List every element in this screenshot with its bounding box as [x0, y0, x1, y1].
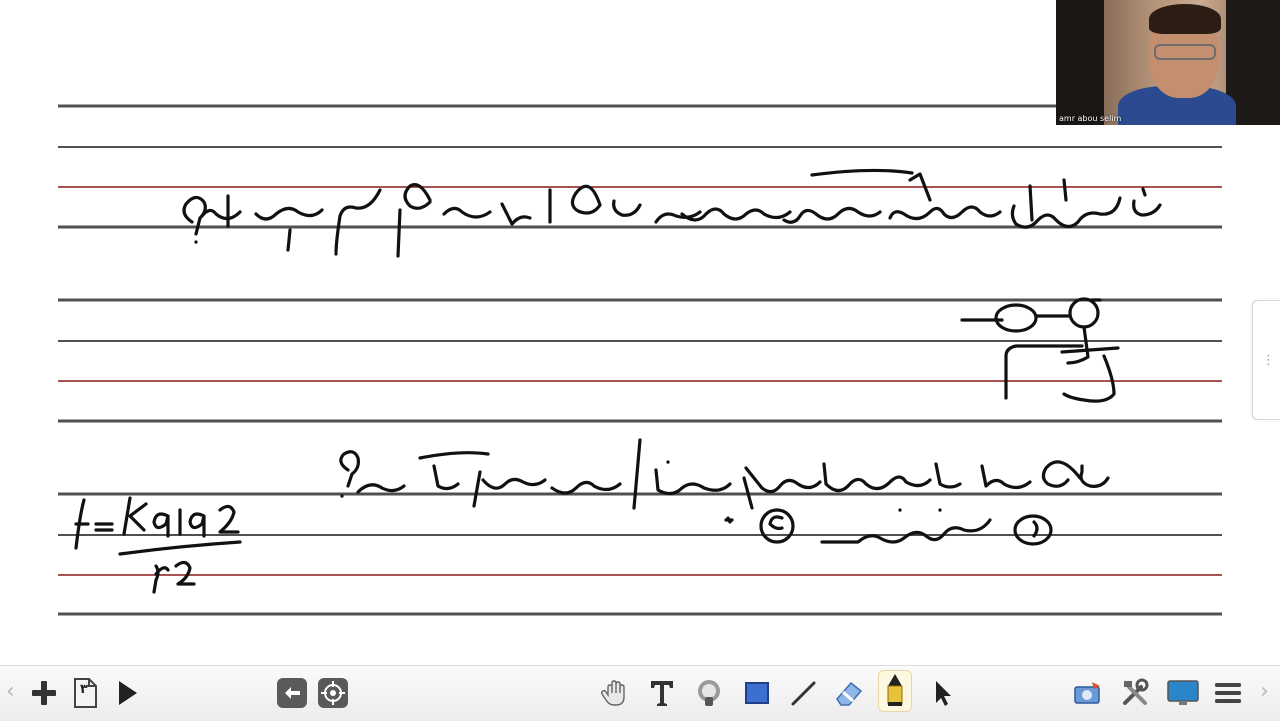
- collapse-left-icon[interactable]: ‹: [6, 679, 15, 704]
- eraser-tool[interactable]: [832, 676, 866, 710]
- handwritten-formula: [74, 496, 242, 594]
- shape-tool[interactable]: [740, 676, 774, 710]
- screen-target-button[interactable]: [316, 676, 350, 710]
- capture-button[interactable]: [1071, 676, 1105, 710]
- menu-icon: [1215, 683, 1241, 703]
- handwritten-question-2: [339, 438, 1110, 510]
- glasses: [1154, 44, 1216, 60]
- page-list-button[interactable]: ٣: [68, 676, 102, 710]
- participant-video[interactable]: amr abou selim: [1056, 0, 1280, 125]
- line-icon: [791, 681, 816, 706]
- line-tool[interactable]: [786, 676, 820, 710]
- handwritten-question-1: [182, 168, 1162, 258]
- plus-icon: [32, 681, 56, 705]
- target-icon: [318, 678, 348, 708]
- display-button[interactable]: [1166, 676, 1200, 710]
- hand-icon: [600, 680, 625, 706]
- collapse-right-icon[interactable]: ›: [1260, 679, 1269, 704]
- pen-tool[interactable]: [878, 670, 912, 712]
- monitor-icon: [1167, 680, 1199, 705]
- bottom-toolbar: ‹ ٣ ›: [0, 665, 1280, 721]
- highlighter-icon: [698, 680, 720, 706]
- camera-icon: [1074, 682, 1100, 704]
- menu-button[interactable]: [1211, 676, 1245, 710]
- participant-name-label: amr abou selim: [1059, 114, 1122, 123]
- rectangle-icon: [745, 682, 769, 704]
- undo-button[interactable]: [275, 676, 309, 710]
- tools-button[interactable]: [1118, 676, 1152, 710]
- text-icon: [651, 681, 673, 706]
- wrench-icon: [1123, 678, 1149, 705]
- stick-figure-sketch: [960, 297, 1120, 403]
- undo-icon: [277, 678, 307, 708]
- eraser-icon: [836, 681, 863, 706]
- add-page-button[interactable]: [27, 676, 61, 710]
- grip-icon: ⋮: [1262, 353, 1275, 368]
- side-panel-tab[interactable]: ⋮: [1252, 300, 1280, 420]
- select-tool[interactable]: [927, 676, 961, 710]
- pan-hand-tool[interactable]: [598, 676, 632, 710]
- page-number: ٣: [80, 682, 88, 697]
- play-icon: [119, 681, 137, 705]
- pen-icon: [887, 674, 903, 706]
- cursor-icon: [936, 681, 951, 706]
- handwritten-list: [724, 508, 1053, 546]
- text-tool[interactable]: [645, 676, 679, 710]
- next-page-button[interactable]: [110, 676, 144, 710]
- highlighter-tool[interactable]: [692, 676, 726, 710]
